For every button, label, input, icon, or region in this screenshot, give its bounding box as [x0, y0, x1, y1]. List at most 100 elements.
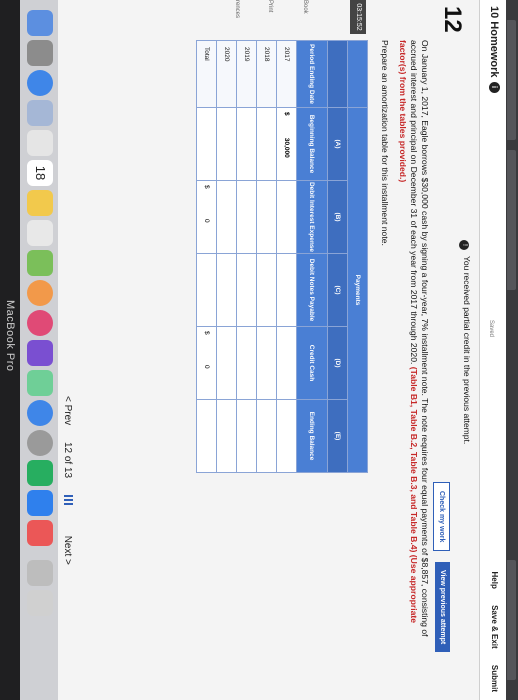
column-header: Credit Cash [296, 326, 328, 400]
music-icon[interactable] [27, 310, 53, 336]
letter-header: (D) [327, 326, 348, 400]
trash-icon[interactable] [27, 590, 53, 616]
ending-balance-input[interactable] [276, 399, 297, 473]
cash-input[interactable] [276, 326, 297, 400]
view-previous-attempt-button[interactable]: View previous attempt [435, 562, 450, 653]
ending-balance-input[interactable] [256, 399, 277, 473]
interest-expense-input[interactable] [276, 180, 297, 254]
app-header: 10 Homeworki Saved Help Save & Exit Subm… [479, 0, 506, 700]
question-number: 12 [439, 6, 466, 33]
total-notes [196, 253, 217, 327]
sidebar-print[interactable]: Print [267, 0, 273, 34]
maps-icon[interactable] [27, 250, 53, 276]
cash-input[interactable] [216, 326, 237, 400]
total-empty [196, 107, 217, 181]
settings-icon[interactable] [27, 430, 53, 456]
period-date: 2017 [276, 40, 297, 108]
info-icon[interactable]: i [489, 81, 500, 93]
reminders-icon[interactable] [27, 220, 53, 246]
table-row: 2020 [216, 40, 237, 473]
mac-dock: 18 [20, 0, 58, 700]
notes-payable-input[interactable] [256, 253, 277, 327]
interest-expense-input[interactable] [256, 180, 277, 254]
beginning-balance-input[interactable] [256, 107, 277, 181]
table-row: 2019 [236, 40, 257, 473]
period-date: 2018 [256, 40, 277, 108]
notes-icon[interactable] [27, 130, 53, 156]
total-interest: $0 [196, 180, 217, 254]
facetime-icon[interactable] [27, 370, 53, 396]
letter-header: (A) [327, 107, 348, 181]
beginning-balance-cell[interactable]: $30,000 [276, 107, 297, 181]
column-header: Debit Notes Payable [296, 253, 328, 327]
notes-payable-input[interactable] [276, 253, 297, 327]
assignment-title: 10 Homeworki [488, 6, 500, 93]
browser-tab[interactable] [507, 20, 516, 140]
keynote-icon[interactable] [27, 490, 53, 516]
podcasts-icon[interactable] [27, 340, 53, 366]
launchpad-icon[interactable] [27, 40, 53, 66]
payments-header: Payments [347, 107, 368, 473]
notes-payable-input[interactable] [216, 253, 237, 327]
letter-header: (E) [327, 399, 348, 473]
amortization-table: Payments (A) (B) (C) (D) (E) Period Endi… [196, 40, 368, 473]
table-row: 2017 $30,000 [276, 40, 297, 473]
letter-header: (C) [327, 253, 348, 327]
help-link[interactable]: Help [490, 572, 499, 589]
browser-tab-strip [506, 0, 518, 700]
period-date: 2019 [236, 40, 257, 108]
table-row: 2018 [256, 40, 277, 473]
beginning-balance-input[interactable] [236, 107, 257, 181]
grid-icon[interactable] [64, 494, 73, 505]
interest-expense-input[interactable] [216, 180, 237, 254]
screen: 10 Homeworki Saved Help Save & Exit Subm… [0, 0, 518, 700]
instruction-text: Prepare an amortization table for this i… [380, 40, 390, 246]
numbers-icon[interactable] [27, 460, 53, 486]
notes-payable-input[interactable] [236, 253, 257, 327]
photos-icon[interactable] [27, 280, 53, 306]
finder-icon[interactable] [27, 10, 53, 36]
page-position: 12 of 13 [62, 441, 73, 479]
period-date: 2020 [216, 40, 237, 108]
app-store-icon[interactable] [27, 400, 53, 426]
total-ending [196, 399, 217, 473]
letter-header [327, 40, 348, 108]
column-header: Period Ending Date [296, 40, 328, 108]
browser-tab[interactable] [507, 150, 516, 290]
alert-icon: ! [459, 240, 469, 250]
cash-input[interactable] [256, 326, 277, 400]
submit-link[interactable]: Submit [490, 665, 499, 692]
save-exit-link[interactable]: Save & Exit [490, 605, 499, 649]
ending-balance-input[interactable] [216, 399, 237, 473]
calendar-icon[interactable]: 18 [27, 160, 53, 186]
sidebar-book[interactable]: Book [302, 0, 308, 34]
pager: < Prev 12 of 13 Next > [62, 396, 73, 579]
stickies-icon[interactable] [27, 190, 53, 216]
cash-input[interactable] [236, 326, 257, 400]
ending-balance-input[interactable] [236, 399, 257, 473]
interest-expense-input[interactable] [236, 180, 257, 254]
corner-cell [347, 40, 368, 108]
mail-icon[interactable] [27, 100, 53, 126]
column-header: Debit Interest Expense [296, 180, 328, 254]
next-button[interactable]: Next > [62, 536, 73, 565]
column-header: Beginning Balance [296, 107, 328, 181]
total-label: Total [196, 40, 217, 108]
problem-text: On January 1, 2017, Eagle borrows $30,00… [398, 40, 430, 637]
prev-button[interactable]: < Prev [62, 396, 73, 425]
partial-credit-notice: !You received partial credit in the prev… [459, 240, 472, 444]
letter-header: (B) [327, 180, 348, 254]
timer: 03:15:52 [350, 0, 366, 34]
downloads-icon[interactable] [27, 560, 53, 586]
device-label: MacBook Pro [4, 300, 16, 372]
browser-tab[interactable] [507, 560, 516, 680]
safari-icon[interactable] [27, 70, 53, 96]
sidebar-references[interactable]: rences [234, 0, 240, 34]
total-cash: $0 [196, 326, 217, 400]
pages-icon[interactable] [27, 520, 53, 546]
header-links: Help Save & Exit Submit [490, 558, 499, 693]
table-row-total: Total $0 $0 [196, 40, 217, 473]
check-my-work-button[interactable]: Check my work [433, 482, 450, 552]
beginning-balance-input[interactable] [216, 107, 237, 181]
saved-status: Saved [488, 320, 494, 338]
